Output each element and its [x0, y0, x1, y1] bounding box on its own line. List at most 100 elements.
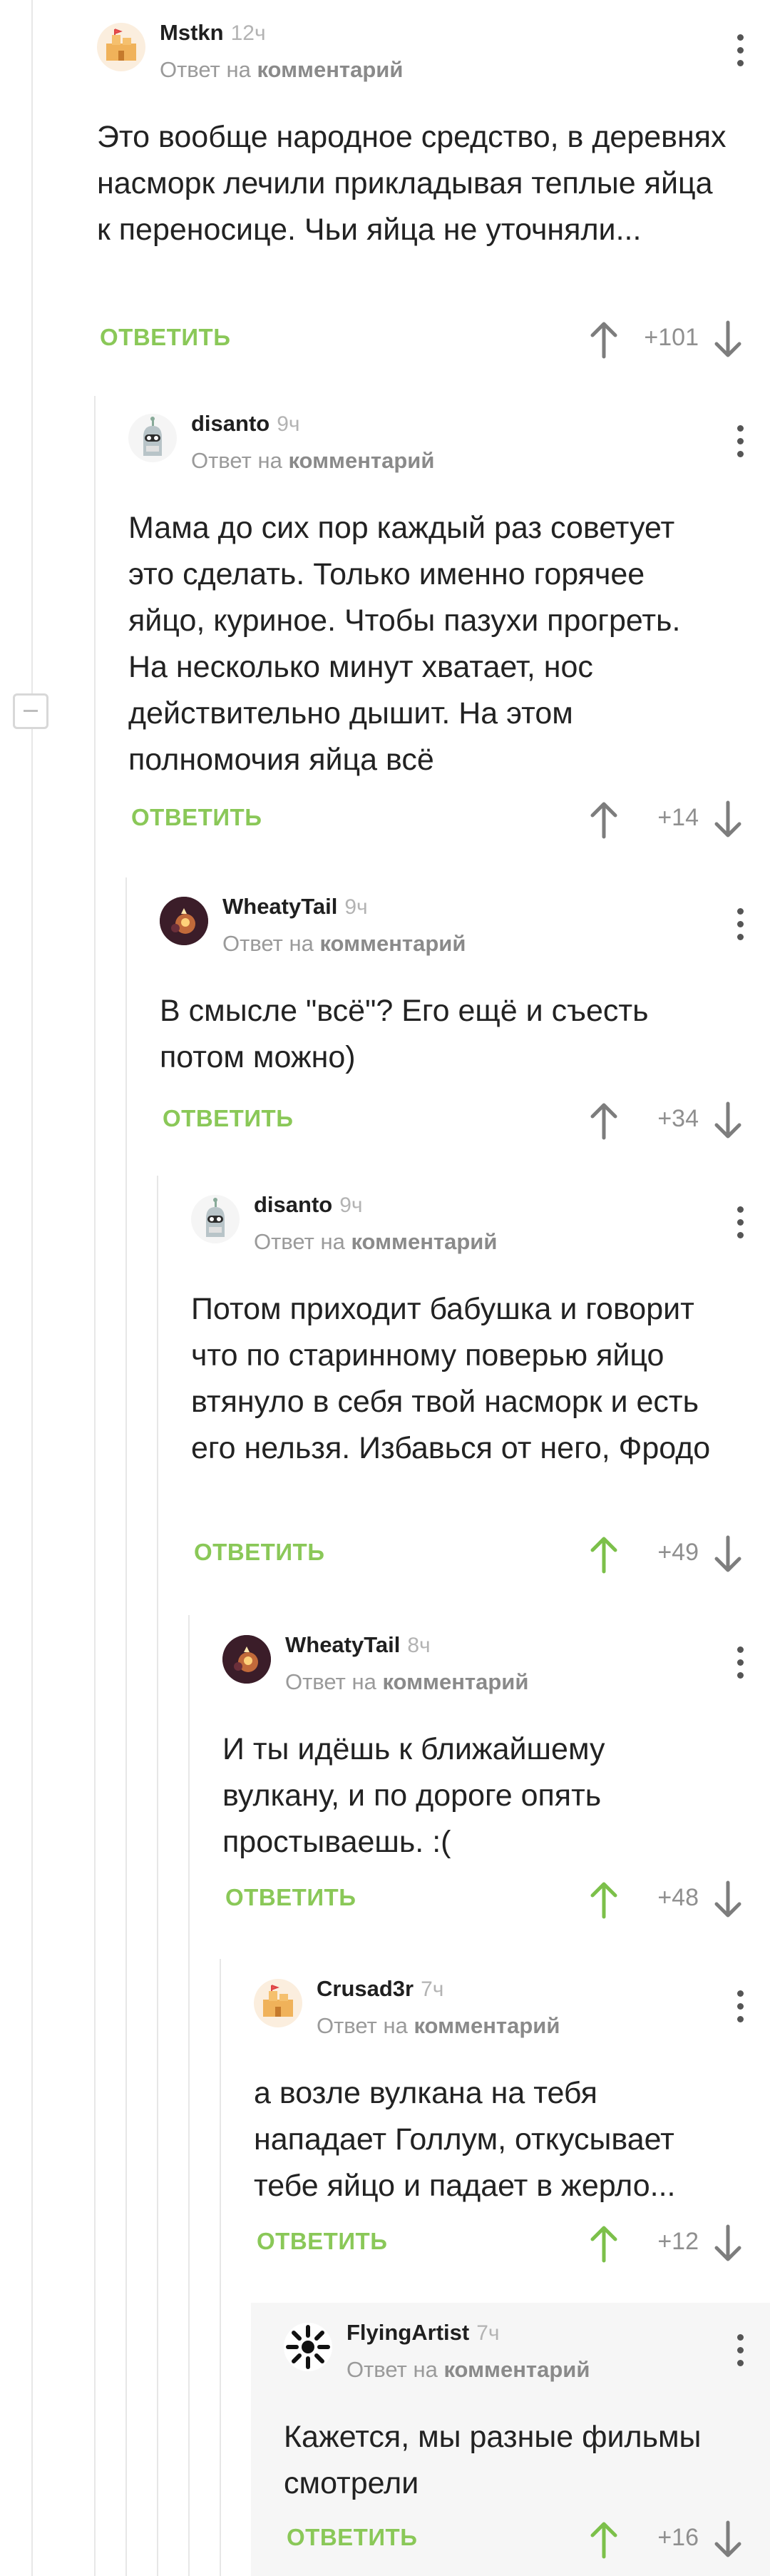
comment: Mstkn 12ч Ответ на комментарий Это вообще…: [97, 14, 770, 371]
thread-line[interactable]: [94, 396, 96, 2576]
comment-actions: ОТВЕТИТЬ +16: [284, 2514, 770, 2564]
comment-thread: Mstkn 12ч Ответ на комментарий Это вообще…: [0, 0, 770, 2576]
upvote-icon[interactable]: [586, 2520, 622, 2560]
reply-button[interactable]: ОТВЕТИТЬ: [100, 324, 230, 351]
downvote-icon[interactable]: [710, 1534, 746, 1574]
vote-score: +34: [657, 1105, 699, 1132]
avatar[interactable]: [128, 414, 177, 462]
comment-actions: ОТВЕТИТЬ +34: [160, 1095, 770, 1145]
more-options-icon[interactable]: [737, 425, 744, 458]
reply-button[interactable]: ОТВЕТИТЬ: [257, 2228, 387, 2255]
thread-line[interactable]: [220, 1959, 221, 2576]
more-options-icon[interactable]: [737, 2334, 744, 2367]
more-options-icon[interactable]: [737, 908, 744, 941]
comment: Crusad3r 7ч Ответ на комментарий а возле …: [254, 1970, 770, 2284]
upvote-icon[interactable]: [586, 1880, 622, 1920]
reply-to-link[interactable]: Ответ на комментарий: [346, 2357, 590, 2383]
downvote-icon[interactable]: [710, 1880, 746, 1920]
more-options-icon[interactable]: [737, 34, 744, 67]
comment-time: 8ч: [407, 1634, 431, 1657]
comment-text: И ты идёшь к ближайшему вулкану, и по до…: [222, 1732, 605, 1859]
username[interactable]: WheatyTail 8ч: [285, 1632, 431, 1658]
comment-text: Мама до сих пор каждый раз советует это …: [128, 511, 681, 777]
comment-actions: ОТВЕТИТЬ +14: [128, 794, 770, 844]
downvote-icon[interactable]: [710, 320, 746, 360]
comment-text: а возле вулкана на тебя нападает Голлум,…: [254, 2076, 676, 2203]
reply-to-link[interactable]: Ответ на комментарий: [222, 931, 466, 957]
comment: WheatyTail 8ч Ответ на комментарий И ты и…: [222, 1626, 770, 1940]
comment-text: Это вообще народное средство, в деревнях…: [97, 120, 727, 247]
reply-to-link[interactable]: Ответ на комментарий: [285, 1669, 528, 1695]
comment: disanto 9ч Ответ на комментарий Мама до с…: [128, 405, 770, 855]
reply-to-link[interactable]: Ответ на комментарий: [317, 2013, 560, 2039]
comment-inner: FlyingArtist 7ч Ответ на комментарий Каже…: [284, 2314, 770, 2576]
comment-time: 9ч: [344, 895, 368, 919]
reply-to-link[interactable]: Ответ на комментарий: [254, 1229, 497, 1255]
reply-to-link[interactable]: Ответ на комментарий: [191, 448, 434, 474]
comment-actions: ОТВЕТИТЬ +48: [222, 1874, 770, 1924]
comment-time: 12ч: [230, 21, 266, 45]
comment-header: WheatyTail 8ч Ответ на комментарий: [222, 1626, 770, 1698]
upvote-icon[interactable]: [586, 1534, 622, 1574]
username[interactable]: Mstkn 12ч: [160, 20, 266, 46]
robot-bender-icon: [143, 417, 162, 456]
more-options-icon[interactable]: [737, 1206, 744, 1239]
thread-line[interactable]: [125, 877, 127, 2576]
username[interactable]: WheatyTail 9ч: [222, 894, 368, 920]
comment: WheatyTail 9ч Ответ на комментарий В смыс…: [160, 888, 770, 1159]
vote-score: +48: [657, 1884, 699, 1911]
comment-actions: ОТВЕТИТЬ +101: [97, 314, 770, 364]
reply-button[interactable]: ОТВЕТИТЬ: [131, 804, 262, 831]
avatar[interactable]: [284, 2323, 332, 2371]
avatar[interactable]: [222, 1635, 271, 1684]
username[interactable]: disanto 9ч: [191, 411, 300, 437]
reply-button[interactable]: ОТВЕТИТЬ: [163, 1105, 293, 1132]
comment-time: 9ч: [339, 1193, 363, 1217]
comment: disanto 9ч Ответ на комментарий Потом при…: [191, 1186, 770, 1593]
username[interactable]: FlyingArtist 7ч: [346, 2320, 500, 2346]
thread-line[interactable]: [188, 1615, 190, 2576]
upvote-icon[interactable]: [586, 2224, 622, 2264]
reply-button[interactable]: ОТВЕТИТЬ: [225, 1884, 356, 1911]
thread-line[interactable]: [31, 0, 33, 2576]
downvote-icon[interactable]: [710, 2520, 746, 2560]
avatar[interactable]: [191, 1195, 240, 1243]
sand-castle-icon: [263, 1985, 293, 2017]
avatar[interactable]: [97, 23, 145, 71]
collapse-thread-button[interactable]: [13, 693, 48, 729]
reply-button[interactable]: ОТВЕТИТЬ: [194, 1539, 324, 1566]
hands-circle-icon: [285, 2324, 331, 2370]
comment-text: В смысле "всё"? Его ещё и съесть потом м…: [160, 994, 649, 1074]
thread-line[interactable]: [157, 1176, 158, 2576]
comment: FlyingArtist 7ч Ответ на комментарий Каже…: [251, 2303, 770, 2576]
downvote-icon[interactable]: [710, 2224, 746, 2264]
username[interactable]: disanto 9ч: [254, 1192, 363, 1218]
downvote-icon[interactable]: [710, 800, 746, 840]
comment-time: 7ч: [421, 1977, 444, 2001]
robot-bender-icon: [206, 1198, 225, 1237]
downvote-icon[interactable]: [710, 1101, 746, 1141]
reply-button[interactable]: ОТВЕТИТЬ: [287, 2524, 417, 2551]
upvote-icon[interactable]: [586, 800, 622, 840]
reply-to-link[interactable]: Ответ на комментарий: [160, 57, 403, 83]
upvote-icon[interactable]: [586, 1101, 622, 1141]
comment-actions: ОТВЕТИТЬ +12: [254, 2218, 770, 2268]
avatar[interactable]: [254, 1979, 302, 2027]
more-options-icon[interactable]: [737, 1646, 744, 1679]
more-options-icon[interactable]: [737, 1990, 744, 2023]
sand-castle-icon: [106, 29, 136, 61]
comment-text: Кажется, мы разные фильмы смотрели: [284, 2420, 702, 2500]
candle-cat-icon: [222, 1635, 271, 1684]
vote-score: +49: [657, 1539, 699, 1566]
comment-header: WheatyTail 9ч Ответ на комментарий: [160, 888, 770, 959]
avatar[interactable]: [160, 897, 208, 945]
comment-text: Потом приходит бабушка и говорит что по …: [191, 1292, 711, 1465]
comment-time: 9ч: [277, 412, 300, 436]
vote-score: +14: [657, 804, 699, 831]
comment-header: disanto 9ч Ответ на комментарий: [191, 1186, 770, 1258]
comment-actions: ОТВЕТИТЬ +49: [191, 1529, 770, 1579]
vote-score: +12: [657, 2228, 699, 2255]
username[interactable]: Crusad3r 7ч: [317, 1976, 443, 2002]
candle-cat-icon: [160, 897, 208, 945]
upvote-icon[interactable]: [586, 320, 622, 360]
